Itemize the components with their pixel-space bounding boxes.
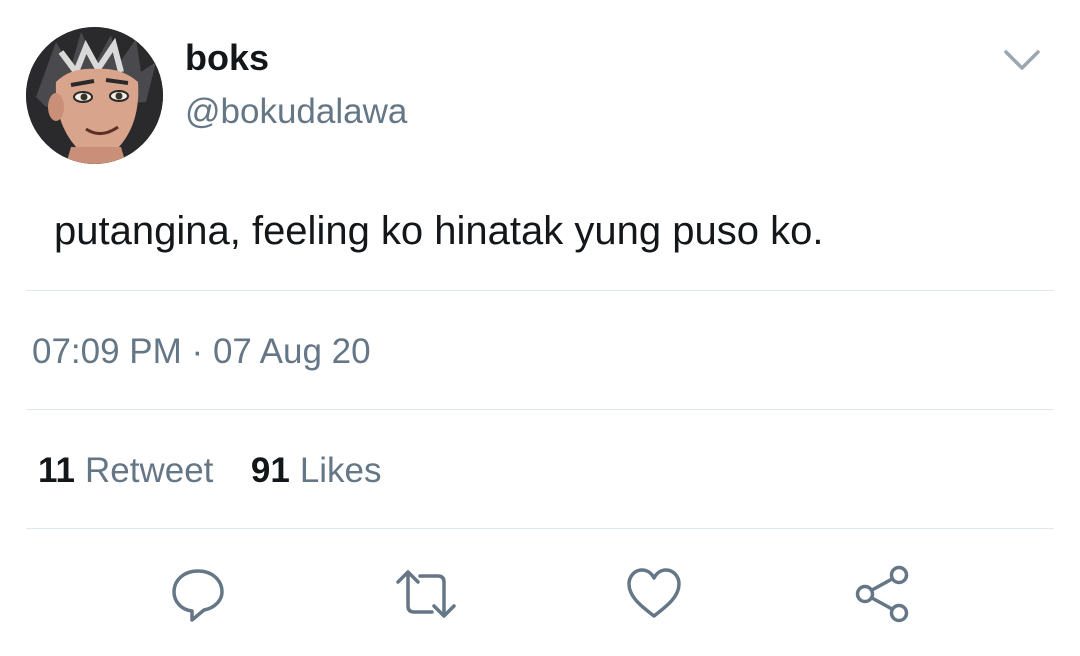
tweet-date: 07 Aug 20 <box>212 332 371 371</box>
tweet-time: 07:09 PM <box>32 332 182 371</box>
retweet-stat[interactable]: 11 Retweet <box>38 451 223 490</box>
tweet-timestamp: 07:09 PM · 07 Aug 20 <box>32 330 371 374</box>
divider <box>26 290 1054 291</box>
user-handle[interactable]: @bokudalawa <box>185 90 407 134</box>
tweet-text: putangina, feeling ko hinatak yung puso … <box>54 209 824 253</box>
likes-label: Likes <box>299 451 382 490</box>
avatar-image <box>26 27 163 164</box>
chevron-down-icon[interactable] <box>1000 44 1044 76</box>
display-name[interactable]: boks <box>185 36 269 80</box>
retweet-label: Retweet <box>85 451 214 490</box>
heart-icon[interactable] <box>622 562 686 626</box>
tweet-card: boks @bokudalawa putangina, feeling ko h… <box>0 0 1080 656</box>
likes-stat[interactable]: 91 Likes <box>241 451 382 490</box>
like-count: 91 <box>250 451 290 490</box>
avatar[interactable] <box>26 27 163 164</box>
retweet-count: 11 <box>38 451 75 490</box>
share-icon[interactable] <box>852 562 916 626</box>
reply-icon[interactable] <box>166 562 230 626</box>
timestamp-separator: · <box>191 332 204 371</box>
tweet-stats: 11 Retweet 91 Likes <box>38 449 382 493</box>
divider <box>26 409 1054 410</box>
retweet-icon[interactable] <box>394 562 458 626</box>
divider <box>26 528 1054 529</box>
